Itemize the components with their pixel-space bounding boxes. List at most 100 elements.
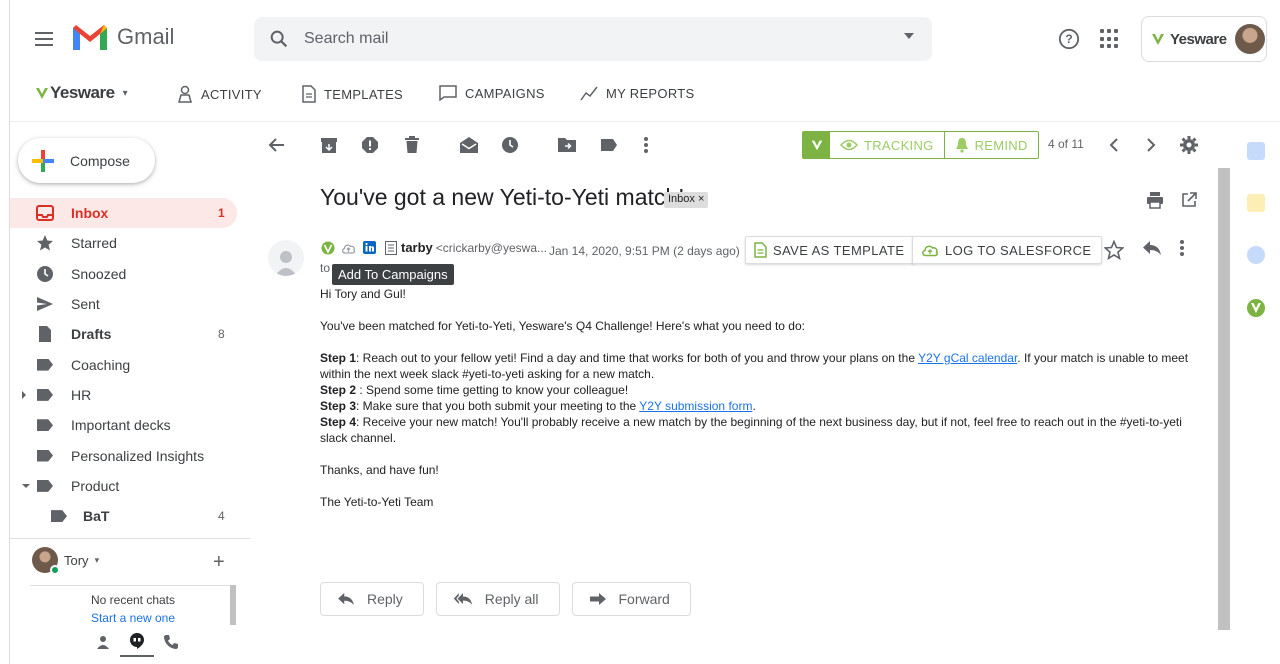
save-as-template-button[interactable]: SAVE AS TEMPLATE	[745, 236, 916, 264]
scrollbar[interactable]	[1218, 168, 1230, 630]
chevron-right-icon[interactable]	[1140, 134, 1162, 156]
hangouts-user-name: Tory	[64, 552, 89, 568]
sidebar-item-label: Inbox	[71, 205, 109, 222]
intro-paragraph: You've been matched for Yeti-to-Yeti, Ye…	[320, 319, 805, 333]
bell-icon	[955, 138, 968, 153]
recipients-line[interactable]: to	[320, 261, 330, 275]
reply-all-button[interactable]: Reply all	[435, 582, 560, 616]
reply-arrow-icon[interactable]	[1142, 240, 1162, 261]
move-to-folder-icon[interactable]	[556, 134, 578, 156]
greeting: Hi Tory and Gul!	[320, 287, 406, 301]
google-apps-icon[interactable]	[1100, 29, 1120, 49]
sidebar-item-starred[interactable]: Starred	[10, 228, 250, 258]
search-input[interactable]	[304, 30, 864, 48]
more-vertical-icon[interactable]	[635, 134, 657, 156]
step-1: Step 1: Reach out to your fellow yeti! F…	[320, 350, 1210, 382]
reply-all-icon	[453, 593, 472, 605]
sidebar-item-label: Sent	[71, 296, 100, 313]
sidebar-item-product[interactable]: Product	[10, 471, 250, 501]
step-4: Step 4: Receive your new match! You'll p…	[320, 414, 1210, 446]
contacts-tab[interactable]	[86, 627, 120, 657]
phone-tab[interactable]	[154, 627, 188, 657]
hangouts-icon	[130, 633, 144, 649]
compose-button[interactable]: Compose	[18, 138, 155, 183]
sidebar-item-drafts[interactable]: Drafts 8	[10, 319, 250, 349]
yesware-tracking-controls: TRACKING REMIND	[802, 131, 1039, 159]
nav-activity-label: ACTIVITY	[201, 86, 262, 102]
yesware-check-icon[interactable]	[320, 240, 335, 255]
search-bar[interactable]	[254, 17, 932, 61]
remind-label: REMIND	[974, 137, 1028, 153]
expand-arrow-icon[interactable]	[22, 390, 26, 399]
back-arrow-icon[interactable]	[266, 134, 288, 156]
add-to-campaigns-icon[interactable]	[383, 240, 398, 255]
search-icon[interactable]	[268, 28, 290, 50]
hangouts-user[interactable]: Tory ▾	[32, 547, 99, 575]
reply-button[interactable]: Reply	[320, 582, 424, 616]
calendar-icon[interactable]	[1247, 142, 1265, 160]
hangouts-panel: Tory ▾ + No recent chats Start a new one	[10, 538, 250, 664]
sidebar-item-label: Product	[71, 477, 120, 494]
start-chat-link[interactable]: Start a new one	[30, 609, 236, 627]
new-chat-plus-icon[interactable]: +	[213, 551, 225, 574]
top-bar: Gmail ? Yesware	[10, 0, 1280, 78]
account-avatar[interactable]	[1234, 24, 1265, 54]
forward-button[interactable]: Forward	[571, 582, 691, 616]
scrollbar[interactable]	[230, 585, 236, 625]
yesware-addon-icon[interactable]	[1246, 298, 1266, 323]
hangouts-tab[interactable]	[120, 627, 154, 657]
sender-avatar[interactable]	[268, 240, 304, 276]
sidebar-item-hr[interactable]: HR	[10, 380, 250, 410]
gcal-calendar-link[interactable]: Y2Y gCal calendar	[918, 351, 1017, 365]
tasks-icon[interactable]	[1247, 246, 1265, 264]
remind-toggle[interactable]: REMIND	[943, 132, 1038, 158]
search-options-icon[interactable]	[904, 33, 914, 39]
svg-text:?: ?	[1065, 32, 1072, 46]
yesware-leaf-icon	[1152, 34, 1164, 45]
submission-form-link[interactable]: Y2Y submission form	[639, 399, 752, 413]
log-to-salesforce-button[interactable]: LOG TO SALESFORCE	[912, 236, 1103, 264]
settings-gear-icon[interactable]	[1178, 134, 1200, 156]
open-in-new-window-icon[interactable]	[1181, 192, 1197, 213]
inbox-label-chip[interactable]: Inbox ×	[664, 192, 709, 208]
mark-unread-icon[interactable]	[458, 134, 480, 156]
collapse-arrow-icon[interactable]	[22, 483, 30, 488]
sidebar-item-snoozed[interactable]: Snoozed	[10, 259, 250, 289]
sidebar-item-bat[interactable]: BaT 4	[10, 501, 250, 531]
label-icon[interactable]	[598, 134, 620, 156]
sidebar-item-personalized-insights[interactable]: Personalized Insights	[10, 440, 250, 470]
sender-name[interactable]: tarby	[401, 240, 433, 255]
gmail-logo[interactable]: Gmail	[71, 22, 174, 52]
help-icon[interactable]: ?	[1058, 28, 1080, 50]
sidebar-item-coaching[interactable]: Coaching	[10, 349, 250, 379]
nav-my-reports-label: MY REPORTS	[606, 85, 695, 101]
sidebar-item-inbox[interactable]: Inbox 1	[10, 198, 237, 229]
nav-campaigns[interactable]: CAMPAIGNS	[439, 85, 545, 101]
star-icon[interactable]	[1103, 239, 1125, 265]
step-label: Step 2	[320, 383, 357, 397]
account-switcher[interactable]: Yesware	[1141, 16, 1267, 62]
cloud-upload-icon[interactable]	[341, 240, 356, 255]
delete-icon[interactable]	[401, 134, 423, 156]
report-spam-icon[interactable]	[359, 134, 381, 156]
salesforce-cloud-icon	[922, 245, 938, 257]
nav-my-reports[interactable]: MY REPORTS	[580, 85, 694, 101]
sidebar-item-important-decks[interactable]: Important decks	[10, 410, 250, 440]
chevron-left-icon[interactable]	[1103, 134, 1125, 156]
print-icon[interactable]	[1146, 191, 1164, 214]
tracking-toggle[interactable]: TRACKING	[830, 132, 944, 158]
log-to-salesforce-label: LOG TO SALESFORCE	[945, 242, 1092, 258]
more-vertical-icon[interactable]	[1180, 240, 1184, 261]
yesware-logo-icon	[803, 132, 830, 158]
step-2: Step 2 : Spend some time getting to know…	[320, 382, 1210, 398]
archive-icon[interactable]	[318, 134, 340, 156]
sidebar-item-sent[interactable]: Sent	[10, 289, 250, 319]
yesware-menu[interactable]: Yesware ▾	[34, 83, 128, 103]
keep-icon[interactable]	[1247, 194, 1265, 212]
hamburger-menu-icon[interactable]	[32, 27, 56, 51]
nav-templates[interactable]: TEMPLATES	[302, 85, 403, 103]
nav-activity[interactable]: ACTIVITY	[177, 85, 262, 103]
snooze-clock-icon[interactable]	[499, 134, 521, 156]
thanks-line: Thanks, and have fun!	[320, 463, 439, 477]
linkedin-icon[interactable]	[362, 240, 377, 255]
